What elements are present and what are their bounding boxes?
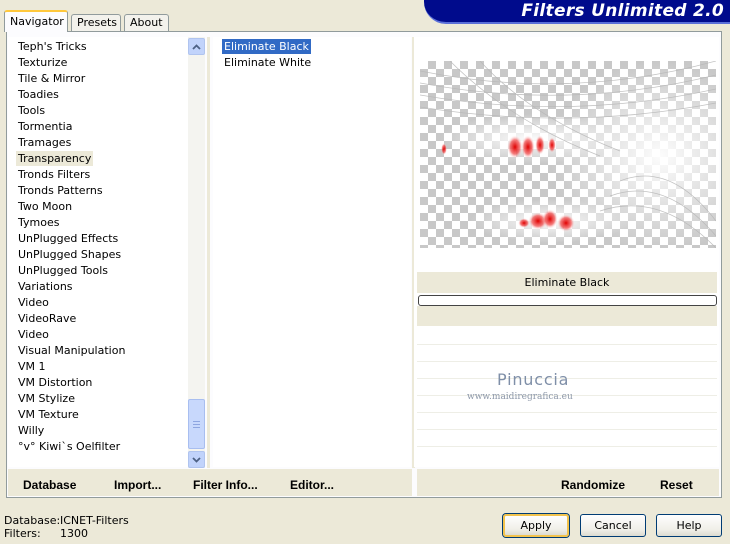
filter-name-label: Eliminate Black [417, 272, 717, 293]
category-item[interactable]: VM 1 [16, 359, 48, 374]
parameter-row [417, 412, 717, 413]
progress-bar [418, 295, 717, 306]
category-item[interactable]: UnPlugged Tools [16, 263, 110, 278]
scroll-up-button[interactable] [188, 38, 205, 55]
category-item[interactable]: Tronds Filters [16, 167, 92, 182]
tab-presets[interactable]: Presets [71, 14, 121, 32]
panel-divider [207, 37, 210, 468]
category-item[interactable]: Toadies [16, 87, 61, 102]
database-label: Database: [4, 514, 61, 527]
editor-button[interactable]: Editor... [290, 478, 334, 492]
cancel-button[interactable]: Cancel [580, 514, 646, 537]
filter-info-button[interactable]: Filter Info... [193, 478, 258, 492]
tab-about[interactable]: About [124, 14, 169, 32]
category-item[interactable]: UnPlugged Shapes [16, 247, 123, 262]
title-banner: Filters Unlimited 2.0 [424, 0, 730, 24]
chevron-up-icon [192, 43, 201, 50]
category-item[interactable]: Tile & Mirror [16, 71, 87, 86]
category-item[interactable]: VM Distortion [16, 375, 94, 390]
filters-label: Filters: [4, 527, 41, 540]
banner-title: Filters Unlimited 2.0 [521, 1, 724, 21]
filter-item[interactable]: Eliminate Black [222, 39, 311, 54]
parameter-row [417, 344, 717, 345]
parameter-row [417, 361, 717, 362]
watermark-text: Pinuccia [497, 370, 570, 389]
category-item[interactable]: Tools [16, 103, 47, 118]
category-item[interactable]: Texturize [16, 55, 69, 70]
status-filters: Filters: 1300 [4, 527, 88, 540]
parameter-header [417, 306, 717, 326]
preview-artwork [420, 61, 716, 248]
randomize-button[interactable]: Randomize [561, 478, 625, 492]
category-item[interactable]: Variations [16, 279, 75, 294]
preview-image [420, 61, 716, 248]
category-scrollbar[interactable] [188, 37, 205, 468]
category-item[interactable]: Visual Manipulation [16, 343, 127, 358]
category-item[interactable]: VM Stylize [16, 391, 77, 406]
tab-navigator[interactable]: Navigator [4, 10, 68, 32]
scroll-thumb[interactable] [188, 399, 205, 449]
parameter-row [417, 429, 717, 430]
category-item[interactable]: Tormentia [16, 119, 74, 134]
database-button[interactable]: Database [23, 478, 76, 492]
category-item[interactable]: UnPlugged Effects [16, 231, 120, 246]
category-item[interactable]: Tymoes [16, 215, 61, 230]
scroll-down-button[interactable] [188, 451, 205, 468]
category-list[interactable]: Teph's Tricks Texturize Tile & Mirror Toadi… [8, 37, 188, 467]
parameter-row [417, 446, 717, 447]
category-item[interactable]: Tronds Patterns [16, 183, 105, 198]
category-item[interactable]: Tramages [16, 135, 73, 150]
reset-button[interactable]: Reset [660, 478, 693, 492]
grip-icon [193, 420, 200, 428]
category-item[interactable]: Transparency [16, 151, 94, 166]
filter-list[interactable]: Eliminate Black Eliminate White [213, 37, 411, 467]
filter-item[interactable]: Eliminate White [222, 55, 313, 70]
category-item[interactable]: Two Moon [16, 199, 74, 214]
category-item[interactable]: Willy [16, 423, 46, 438]
apply-button[interactable]: Apply [503, 514, 569, 537]
import-button[interactable]: Import... [114, 478, 161, 492]
category-item[interactable]: Video [16, 327, 51, 342]
watermark-url: www.maidiregrafica.eu [467, 392, 573, 402]
status-database: Database: ICNET-Filters [4, 514, 129, 527]
database-value: ICNET-Filters [60, 514, 129, 527]
category-item[interactable]: °v° Kiwi`s Oelfilter [16, 439, 122, 454]
help-button[interactable]: Help [656, 514, 722, 537]
category-item[interactable]: Video [16, 295, 51, 310]
category-item[interactable]: Teph's Tricks [16, 39, 89, 54]
category-item[interactable]: VM Texture [16, 407, 81, 422]
chevron-down-icon [192, 456, 201, 463]
category-item[interactable]: VideoRave [16, 311, 78, 326]
filters-value: 1300 [60, 527, 88, 540]
